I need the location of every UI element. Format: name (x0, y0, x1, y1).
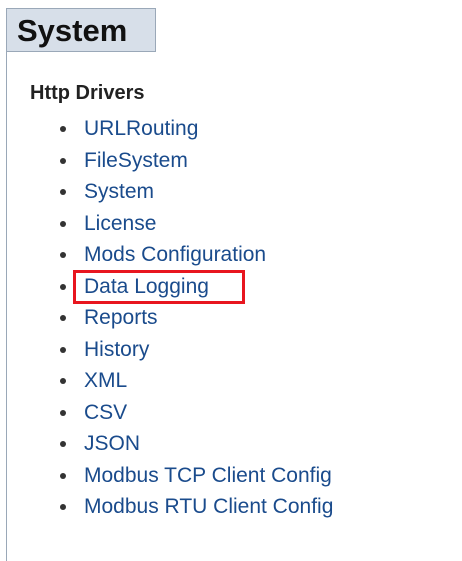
bullet-icon (60, 409, 66, 416)
list-item-data-logging: Data Logging (0, 271, 333, 303)
bullet-icon (60, 472, 66, 479)
bullet-icon (60, 157, 66, 164)
link-urlrouting[interactable]: URLRouting (84, 117, 198, 140)
link-modbus-tcp-client-config[interactable]: Modbus TCP Client Config (84, 464, 332, 487)
list-item-xml: XML (0, 365, 333, 397)
link-csv[interactable]: CSV (84, 401, 127, 424)
bullet-icon (60, 126, 66, 132)
link-history[interactable]: History (84, 338, 149, 361)
list-item-reports: Reports (0, 302, 333, 334)
link-license[interactable]: License (84, 212, 156, 235)
link-json[interactable]: JSON (84, 432, 140, 455)
list-item-history: History (0, 334, 333, 366)
bullet-icon (60, 441, 66, 447)
bullet-icon (60, 252, 66, 258)
bullet-icon (60, 378, 66, 384)
link-filesystem[interactable]: FileSystem (84, 149, 188, 172)
list-item-json: JSON (0, 428, 333, 460)
link-reports[interactable]: Reports (84, 306, 158, 329)
list-item-system: System (0, 176, 333, 208)
list-item-modbus-tcp: Modbus TCP Client Config (0, 460, 333, 492)
list-item-csv: CSV (0, 397, 333, 429)
link-modbus-rtu-client-config[interactable]: Modbus RTU Client Config (84, 495, 333, 518)
section-title: Http Drivers (30, 82, 145, 104)
bullet-icon (60, 189, 66, 195)
link-xml[interactable]: XML (84, 369, 127, 392)
list-item-mods-configuration: Mods Configuration (0, 239, 333, 271)
list-item-filesystem: FileSystem (0, 145, 333, 177)
bullet-icon (60, 283, 66, 290)
link-system[interactable]: System (84, 180, 154, 203)
page-title: System (6, 8, 156, 52)
link-mods-configuration[interactable]: Mods Configuration (84, 243, 266, 266)
http-drivers-list: URLRouting FileSystem System License Mod… (0, 113, 333, 523)
list-item-urlrouting: URLRouting (0, 113, 333, 145)
bullet-icon (60, 346, 66, 353)
bullet-icon (60, 315, 66, 321)
bullet-icon (60, 220, 66, 227)
list-item-license: License (0, 208, 333, 240)
bullet-icon (60, 504, 66, 510)
list-item-modbus-rtu: Modbus RTU Client Config (0, 491, 333, 523)
link-data-logging[interactable]: Data Logging (84, 275, 209, 298)
